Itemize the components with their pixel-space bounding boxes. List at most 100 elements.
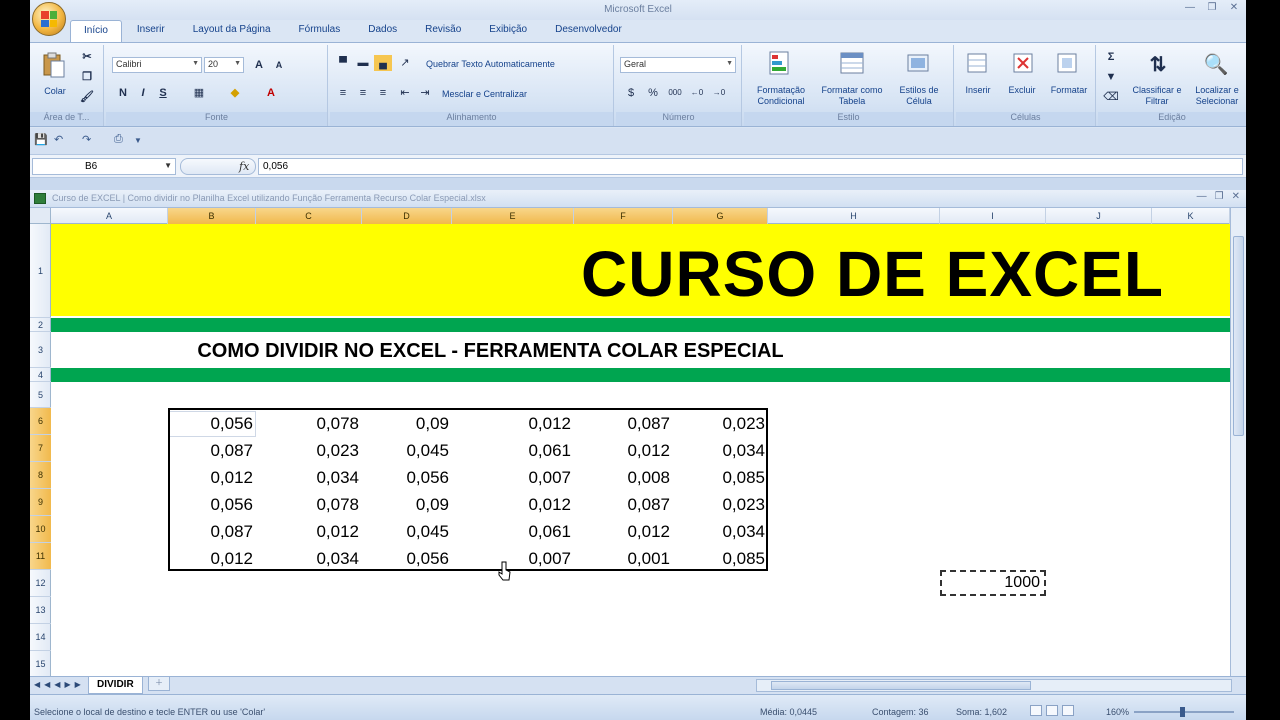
data-cell[interactable]: 0,012	[168, 546, 253, 572]
data-cell[interactable]: 0,034	[673, 438, 765, 464]
undo-icon[interactable]: ↶	[54, 133, 63, 146]
row-header-12[interactable]: 12	[30, 570, 51, 597]
data-cell[interactable]: 0,034	[256, 546, 359, 572]
row-header-2[interactable]: 2	[30, 318, 51, 332]
grow-font-icon[interactable]: A	[250, 57, 268, 73]
row-header-14[interactable]: 14	[30, 624, 51, 651]
tab-desenvolvedor[interactable]: Desenvolvedor	[542, 20, 635, 42]
close-button[interactable]: ✕	[1226, 2, 1242, 16]
data-cell[interactable]: 0,012	[452, 492, 571, 518]
insert-sheet-icon[interactable]: ＋	[148, 677, 170, 691]
data-cell[interactable]: 0,078	[256, 411, 359, 437]
data-cell[interactable]: 0,085	[673, 546, 765, 572]
data-cell[interactable]: 0,056	[168, 411, 253, 437]
currency-icon[interactable]: $	[622, 85, 640, 101]
column-header-a[interactable]: A	[51, 208, 168, 224]
column-header-h[interactable]: H	[768, 208, 940, 224]
underline-icon[interactable]: S	[154, 85, 172, 101]
data-cell[interactable]: 0,09	[362, 492, 449, 518]
borders-icon[interactable]: ▦	[190, 85, 208, 101]
column-header-k[interactable]: K	[1152, 208, 1230, 224]
align-bottom-icon[interactable]: ▄	[374, 55, 392, 71]
minimize-button[interactable]: —	[1182, 2, 1198, 16]
row-header-1[interactable]: 1	[30, 224, 51, 318]
data-cell[interactable]: 0,001	[574, 546, 670, 572]
fill-color-icon[interactable]: ◆	[226, 85, 244, 101]
align-top-icon[interactable]: ▀	[334, 55, 352, 71]
column-header-i[interactable]: I	[940, 208, 1046, 224]
data-cell[interactable]: 0,045	[362, 438, 449, 464]
row-header-5[interactable]: 5	[30, 382, 51, 408]
data-cell[interactable]: 0,09	[362, 411, 449, 437]
row-header-8[interactable]: 8	[30, 462, 51, 489]
percent-icon[interactable]: %	[644, 85, 662, 101]
sheet-tab-dividir[interactable]: DIVIDIR	[88, 677, 143, 694]
cut-icon[interactable]: ✂	[78, 49, 96, 65]
formula-input[interactable]: 0,056	[258, 158, 1243, 175]
column-header-b[interactable]: B	[168, 208, 256, 224]
tab-revisao[interactable]: Revisão	[412, 20, 474, 42]
data-cell[interactable]: 0,085	[673, 465, 765, 491]
data-cell[interactable]: 0,034	[673, 519, 765, 545]
tab-layout[interactable]: Layout da Página	[180, 20, 284, 42]
data-cell[interactable]: 0,034	[256, 465, 359, 491]
horizontal-scrollbar[interactable]	[756, 679, 1232, 692]
data-cell[interactable]: 0,056	[362, 546, 449, 572]
format-button[interactable]: Formatar	[1046, 85, 1092, 96]
wrap-text-button[interactable]: Quebrar Texto Automaticamente	[426, 59, 606, 70]
data-cell[interactable]: 0,023	[256, 438, 359, 464]
worksheet-grid[interactable]: A B C D E F G H I J K CURSO DE EXCEL COM…	[30, 208, 1230, 676]
find-select-button[interactable]: Localizar e Selecionar	[1188, 85, 1246, 107]
data-cell[interactable]: 0,023	[673, 492, 765, 518]
row-header-4[interactable]: 4	[30, 368, 51, 382]
data-cell[interactable]: 0,061	[452, 519, 571, 545]
wb-restore-button[interactable]: ❐	[1215, 191, 1224, 202]
sheet-nav-arrows[interactable]: ◀◀◀▶▶	[34, 680, 85, 689]
format-painter-icon[interactable]: 🖌	[78, 89, 96, 105]
print-icon[interactable]: ⎙	[114, 133, 123, 146]
save-icon[interactable]: 💾	[34, 133, 48, 146]
font-color-icon[interactable]: A	[262, 85, 280, 101]
font-name-combo[interactable]: Calibri ▼	[112, 57, 202, 73]
data-cell[interactable]: 0,087	[574, 411, 670, 437]
data-cell[interactable]: 0,007	[452, 465, 571, 491]
copied-cell-i12[interactable]: 1000	[940, 570, 1046, 596]
tab-inicio[interactable]: Início	[70, 20, 122, 42]
tab-dados[interactable]: Dados	[355, 20, 410, 42]
vertical-scroll-thumb[interactable]	[1233, 236, 1244, 436]
data-cell[interactable]: 0,087	[168, 519, 253, 545]
row-header-6[interactable]: 6	[30, 408, 51, 435]
align-right-icon[interactable]: ≡	[374, 85, 392, 101]
office-button[interactable]	[32, 2, 66, 36]
align-center-icon[interactable]: ≡	[354, 85, 372, 101]
tab-exibicao[interactable]: Exibição	[476, 20, 540, 42]
data-cell[interactable]: 0,008	[574, 465, 670, 491]
paste-button[interactable]: Colar	[40, 86, 70, 97]
number-format-combo[interactable]: Geral ▼	[620, 57, 736, 73]
row-header-3[interactable]: 3	[30, 332, 51, 368]
data-cell[interactable]: 0,012	[574, 438, 670, 464]
orientation-icon[interactable]: ↗	[396, 55, 414, 71]
insert-button[interactable]: Inserir	[958, 85, 998, 96]
conditional-format-button[interactable]: Formatação Condicional	[748, 85, 814, 107]
column-header-d[interactable]: D	[362, 208, 452, 224]
select-all-corner[interactable]	[30, 208, 51, 224]
decrease-decimal-icon[interactable]: →0	[710, 85, 728, 101]
column-header-c[interactable]: C	[256, 208, 362, 224]
merge-center-button[interactable]: Mesclar e Centralizar	[442, 89, 582, 100]
data-cell[interactable]: 0,061	[452, 438, 571, 464]
column-header-g[interactable]: G	[673, 208, 768, 224]
decrease-indent-icon[interactable]: ⇤	[396, 85, 414, 101]
redo-icon[interactable]: ↷	[82, 133, 91, 146]
wb-minimize-button[interactable]: —	[1197, 191, 1207, 202]
thousands-icon[interactable]: 000	[666, 85, 684, 101]
wb-close-button[interactable]: ✕	[1232, 191, 1240, 202]
data-cell[interactable]: 0,012	[168, 465, 253, 491]
shrink-font-icon[interactable]: A	[270, 57, 288, 73]
data-cell[interactable]: 0,078	[256, 492, 359, 518]
normal-view-button[interactable]	[1030, 705, 1042, 716]
customize-qat-icon[interactable]: ▼	[134, 136, 142, 145]
row-header-13[interactable]: 13	[30, 597, 51, 624]
column-header-f[interactable]: F	[574, 208, 673, 224]
tab-inserir[interactable]: Inserir	[124, 20, 178, 42]
